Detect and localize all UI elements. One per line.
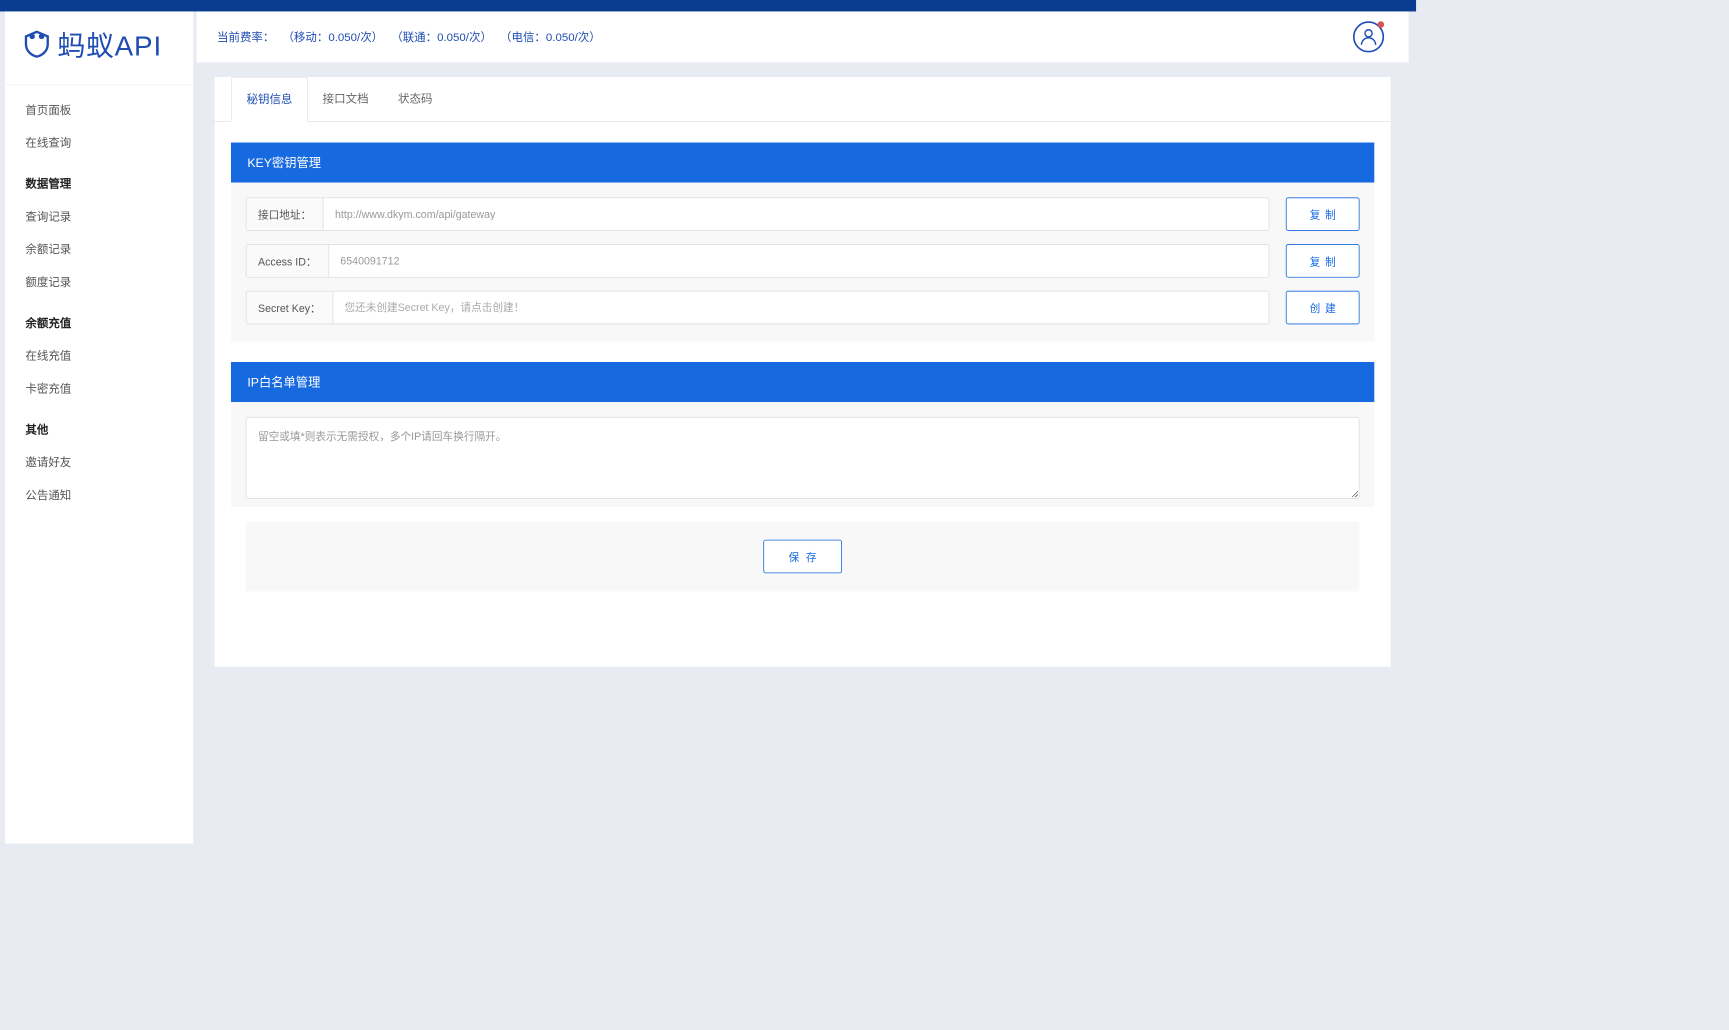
whitelist-section-title: IP白名单管理 (231, 362, 1374, 402)
nav-query-records[interactable]: 查询记录 (5, 200, 193, 233)
rate-telecom: （电信：0.050/次） (500, 30, 601, 43)
user-icon (1358, 26, 1379, 47)
access-id-input[interactable] (329, 245, 1269, 277)
nav-list: 首页面板 在线查询 数据管理 查询记录 余额记录 额度记录 余额充值 在线充值 … (5, 85, 193, 519)
secret-key-group: Secret Key： (246, 291, 1270, 325)
logo-icon (21, 28, 52, 59)
copy-api-url-button[interactable]: 复制 (1286, 197, 1360, 231)
row-access-id: Access ID： 复制 (246, 244, 1360, 278)
api-url-label: 接口地址： (247, 198, 324, 230)
copy-access-id-button[interactable]: 复制 (1286, 244, 1360, 278)
content-wrap: 秘钥信息 接口文档 状态码 KEY密钥管理 接口地址： 复制 (197, 62, 1409, 681)
tabs: 秘钥信息 接口文档 状态码 (215, 77, 1391, 122)
whitelist-section: IP白名单管理 保存 (215, 342, 1391, 592)
tab-status-codes[interactable]: 状态码 (383, 77, 447, 122)
logo-text: 蚂蚁API (57, 24, 162, 64)
nav-balance-records[interactable]: 余额记录 (5, 233, 193, 266)
create-secret-key-button[interactable]: 创建 (1286, 291, 1360, 325)
nav-online-recharge[interactable]: 在线充值 (5, 339, 193, 372)
header-bar: 当前费率： （移动：0.050/次） （联通：0.050/次） （电信：0.05… (197, 11, 1409, 62)
nav-group-data: 数据管理 (5, 167, 193, 200)
access-id-label: Access ID： (247, 245, 329, 277)
key-section-body: 接口地址： 复制 Access ID： 复制 (231, 183, 1374, 342)
user-avatar[interactable] (1353, 21, 1384, 52)
nav-quota-records[interactable]: 额度记录 (5, 265, 193, 298)
rate-info: 当前费率： （移动：0.050/次） （联通：0.050/次） （电信：0.05… (217, 29, 606, 45)
key-section: KEY密钥管理 接口地址： 复制 Access ID： (215, 122, 1391, 341)
nav-invite[interactable]: 邀请好友 (5, 446, 193, 479)
access-id-group: Access ID： (246, 244, 1270, 278)
nav-online-query[interactable]: 在线查询 (5, 126, 193, 159)
notification-badge-icon (1378, 21, 1385, 28)
rate-mobile: （移动：0.050/次） (282, 30, 383, 43)
ip-whitelist-textarea[interactable] (246, 417, 1360, 499)
nav-card-recharge[interactable]: 卡密充值 (5, 372, 193, 405)
app-frame: 蚂蚁API 首页面板 在线查询 数据管理 查询记录 余额记录 额度记录 余额充值… (0, 0, 1416, 844)
key-section-title: KEY密钥管理 (231, 143, 1374, 183)
top-accent-bar (0, 0, 1416, 11)
nav-group-other: 其他 (5, 413, 193, 446)
row-secret-key: Secret Key： 创建 (246, 291, 1360, 325)
tab-api-docs[interactable]: 接口文档 (308, 77, 383, 122)
content-card: 秘钥信息 接口文档 状态码 KEY密钥管理 接口地址： 复制 (215, 77, 1391, 667)
rate-unicom: （联通：0.050/次） (391, 30, 492, 43)
logo[interactable]: 蚂蚁API (5, 11, 193, 85)
whitelist-section-body (231, 402, 1374, 507)
save-row: 保存 (246, 522, 1360, 592)
nav-group-recharge: 余额充值 (5, 306, 193, 339)
secret-key-label: Secret Key： (247, 292, 333, 324)
secret-key-input[interactable] (333, 292, 1269, 324)
main-area: 当前费率： （移动：0.050/次） （联通：0.050/次） （电信：0.05… (197, 11, 1409, 843)
sidebar: 蚂蚁API 首页面板 在线查询 数据管理 查询记录 余额记录 额度记录 余额充值… (5, 11, 193, 843)
save-button[interactable]: 保存 (763, 540, 842, 574)
row-api-url: 接口地址： 复制 (246, 197, 1360, 231)
nav-home[interactable]: 首页面板 (5, 93, 193, 126)
api-url-input[interactable] (324, 198, 1269, 230)
rate-prefix: 当前费率： (217, 30, 274, 43)
nav-notice[interactable]: 公告通知 (5, 478, 193, 511)
api-url-group: 接口地址： (246, 197, 1270, 231)
tab-key-info[interactable]: 秘钥信息 (231, 77, 308, 122)
